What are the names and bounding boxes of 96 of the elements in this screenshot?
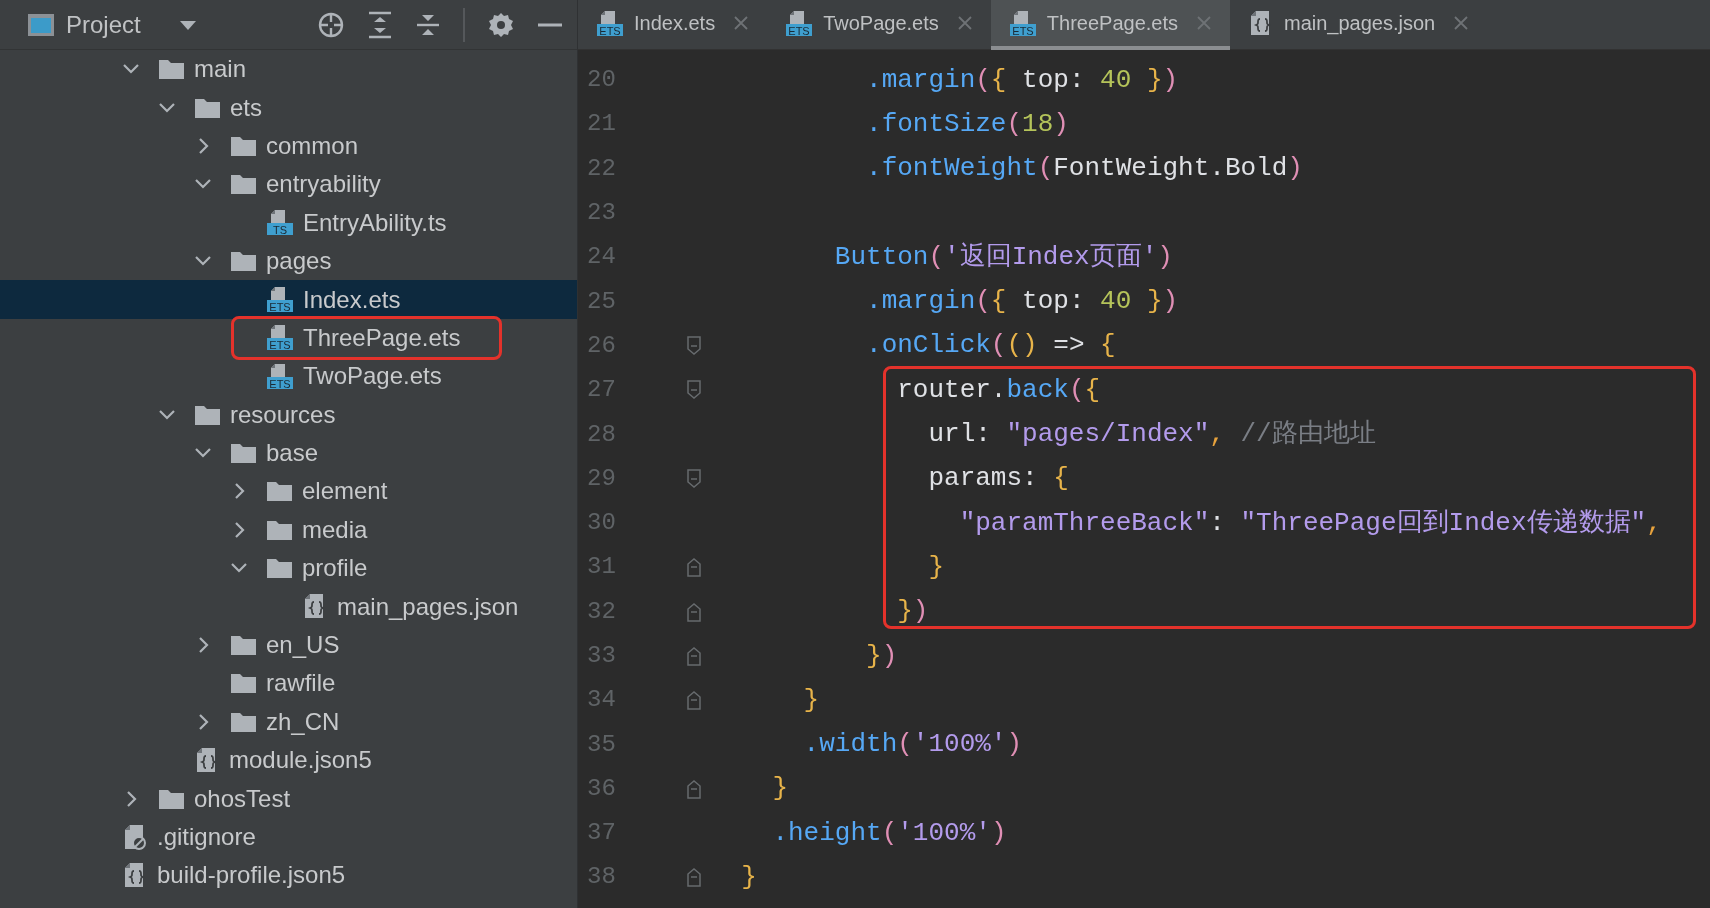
line-number: 32 bbox=[586, 596, 617, 627]
folder-icon bbox=[230, 634, 257, 657]
fold-end-icon[interactable] bbox=[686, 556, 702, 579]
fold-start-icon[interactable] bbox=[686, 467, 702, 490]
tree-item[interactable]: .gitignore bbox=[0, 817, 577, 857]
line-number: 23 bbox=[586, 198, 617, 229]
line-number: 38 bbox=[586, 862, 617, 893]
line-number: 31 bbox=[586, 552, 617, 583]
tree-item[interactable]: pages bbox=[0, 241, 577, 281]
line-number: 37 bbox=[586, 818, 617, 849]
tree-item[interactable]: main_pages.json bbox=[0, 587, 577, 626]
settings-icon[interactable] bbox=[487, 10, 515, 39]
panel-title: Project bbox=[66, 9, 141, 40]
fold-end-icon[interactable] bbox=[686, 777, 702, 800]
tree-item[interactable]: element bbox=[0, 472, 577, 511]
code-line: } bbox=[771, 772, 788, 806]
folder-icon bbox=[230, 173, 257, 196]
folder-icon bbox=[230, 442, 257, 465]
line-number: 34 bbox=[586, 685, 617, 716]
folder-icon bbox=[230, 134, 257, 157]
tree-item[interactable]: zh_CN bbox=[0, 702, 577, 742]
tree-item[interactable]: TS EntryAbility.ts bbox=[0, 203, 577, 242]
code-line: }) bbox=[865, 639, 898, 673]
code-line: } bbox=[740, 861, 757, 894]
tree-item[interactable]: base bbox=[0, 433, 577, 473]
locate-icon[interactable] bbox=[317, 10, 345, 39]
close-icon bbox=[956, 15, 973, 31]
folder-icon bbox=[266, 557, 293, 580]
line-number: 30 bbox=[586, 508, 617, 539]
line-number: 25 bbox=[586, 286, 617, 317]
line-number: 36 bbox=[586, 773, 617, 804]
code-line: .fontWeight(FontWeight.Bold) bbox=[865, 152, 1303, 186]
close-icon bbox=[733, 15, 750, 31]
project-window-icon bbox=[27, 12, 55, 37]
fold-end-icon[interactable] bbox=[686, 600, 702, 623]
tree-item[interactable]: ohosTest bbox=[0, 779, 577, 818]
folder-icon bbox=[158, 787, 185, 810]
code-line: .margin({ top: 40 }) bbox=[865, 63, 1179, 97]
code-line: .height('100%') bbox=[771, 816, 1007, 850]
line-number: 35 bbox=[586, 729, 617, 760]
tree-item[interactable]: rawfile bbox=[0, 664, 577, 703]
tree-item[interactable]: module.json5 bbox=[0, 741, 577, 780]
editor-tab[interactable]: ETS ThreePage.ets bbox=[990, 0, 1230, 50]
folder-icon bbox=[230, 250, 257, 273]
code-line: url: "pages/Index", //路由地址 bbox=[927, 418, 1376, 451]
folder-icon bbox=[194, 96, 221, 119]
fold-end-icon[interactable] bbox=[686, 866, 702, 889]
line-number: 33 bbox=[586, 641, 617, 671]
editor-tab[interactable]: ETS TwoPage.ets bbox=[767, 0, 991, 50]
code-line: Button('返回Index页面') bbox=[833, 240, 1173, 274]
folder-icon bbox=[158, 58, 185, 81]
tree-item[interactable]: resources bbox=[0, 395, 577, 434]
code-line: .fontSize(18) bbox=[865, 107, 1069, 141]
tree-item[interactable]: ETS ThreePage.ets bbox=[0, 318, 577, 358]
code-line: "paramThreeBack": "ThreePage回到Index传递数据", bbox=[958, 506, 1662, 540]
fold-start-icon[interactable] bbox=[686, 379, 702, 402]
folder-icon bbox=[230, 710, 257, 733]
expand-all-icon[interactable] bbox=[367, 10, 393, 39]
tree-item[interactable]: profile bbox=[0, 549, 577, 588]
code-line: .onClick(() => { bbox=[865, 329, 1116, 363]
code-line: params: { bbox=[927, 462, 1069, 496]
tree-item[interactable]: media bbox=[0, 510, 577, 550]
tree-item[interactable]: entryability bbox=[0, 165, 577, 204]
line-number: 28 bbox=[586, 419, 617, 450]
line-number: 20 bbox=[586, 65, 617, 96]
line-number: 21 bbox=[586, 109, 617, 140]
tree-item[interactable]: ETS Index.ets bbox=[0, 280, 577, 319]
fold-end-icon[interactable] bbox=[686, 689, 702, 712]
folder-icon bbox=[194, 403, 221, 426]
line-number: 24 bbox=[586, 242, 617, 273]
tree-item[interactable]: main bbox=[0, 50, 577, 89]
tree-item[interactable]: common bbox=[0, 126, 577, 166]
code-line: } bbox=[927, 550, 945, 584]
ignore-file-icon bbox=[122, 823, 148, 851]
close-icon bbox=[1453, 15, 1470, 31]
code-line: }) bbox=[896, 595, 929, 629]
tree-item[interactable]: en_US bbox=[0, 625, 577, 665]
line-number: 26 bbox=[586, 330, 617, 361]
line-number: 22 bbox=[586, 153, 617, 184]
code-line: router.back({ bbox=[896, 373, 1101, 407]
tree-item[interactable]: build-profile.json5 bbox=[0, 856, 577, 895]
line-number: 29 bbox=[586, 463, 617, 494]
fold-start-icon[interactable] bbox=[686, 334, 702, 357]
code-line: .margin({ top: 40 }) bbox=[865, 285, 1179, 319]
folder-icon bbox=[266, 518, 293, 541]
code-line: .width('100%') bbox=[802, 728, 1023, 762]
folder-icon bbox=[230, 672, 257, 695]
editor-tab[interactable]: main_pages.json bbox=[1230, 0, 1488, 50]
tree-item[interactable]: ets bbox=[0, 88, 577, 127]
close-icon bbox=[1196, 15, 1212, 31]
folder-icon bbox=[266, 480, 293, 503]
line-number: 27 bbox=[586, 375, 617, 406]
code-line: } bbox=[802, 683, 820, 717]
fold-end-icon[interactable] bbox=[686, 645, 702, 667]
tree-item[interactable]: ETS TwoPage.ets bbox=[0, 357, 577, 396]
editor-tab[interactable]: ETS Index.ets bbox=[578, 0, 768, 50]
